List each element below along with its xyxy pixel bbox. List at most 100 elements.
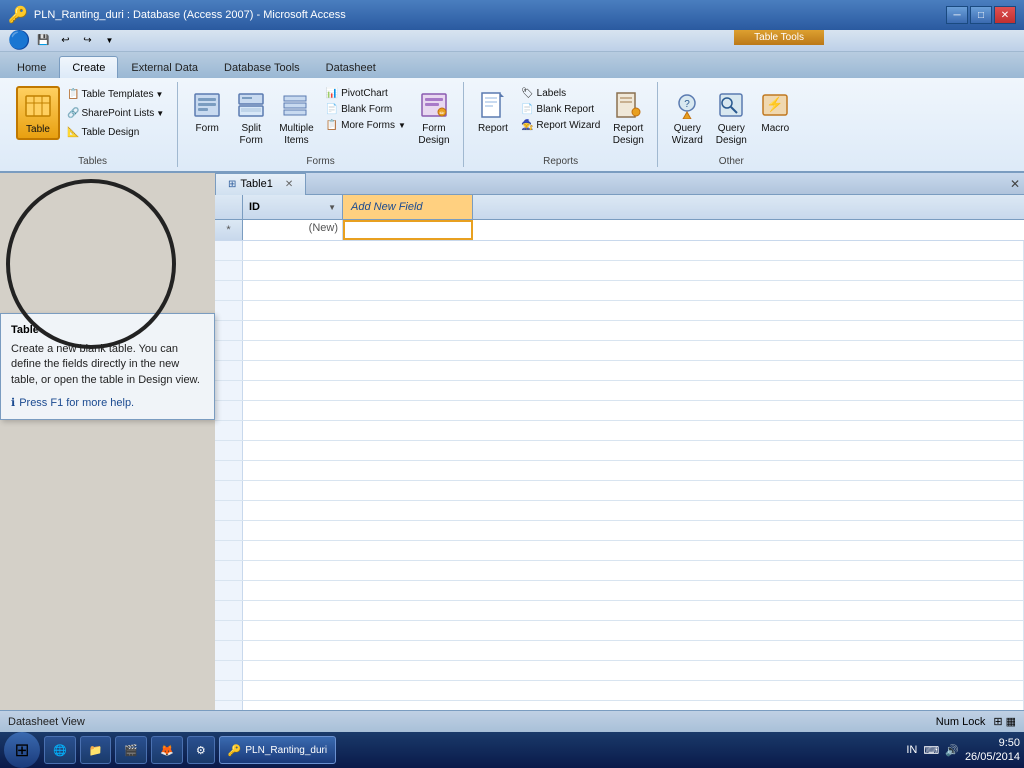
empty-row-selector: [215, 361, 243, 380]
media-icon: 🎬: [124, 744, 138, 757]
empty-row-cell: [243, 561, 1024, 580]
view-icons: ⊞ ▦: [993, 715, 1016, 728]
sharepoint-lists-button[interactable]: 🔗 SharePoint Lists ▼: [62, 105, 169, 122]
pivotchart-button[interactable]: 📊 PivotChart: [321, 86, 411, 101]
sharepoint-icon: 🔗: [67, 108, 79, 119]
tooltip-text: Create a new blank table. You can define…: [11, 342, 204, 388]
redo-quick-btn[interactable]: ↪: [78, 32, 96, 50]
empty-row: [215, 441, 1024, 461]
grid-body: * (New): [215, 220, 1024, 768]
ribbon-tab-bar: Home Create External Data Database Tools…: [0, 52, 1024, 78]
cell-id[interactable]: (New): [243, 220, 343, 240]
more-forms-icon: 📋: [326, 120, 338, 131]
query-wizard-button[interactable]: ? QueryWizard: [666, 86, 708, 150]
empty-row-cell: [243, 681, 1024, 700]
status-bar: Datasheet View Num Lock ⊞ ▦: [0, 710, 1024, 732]
explorer-icon: 📁: [89, 744, 103, 757]
split-form-icon: [235, 89, 267, 121]
table-button[interactable]: Table: [16, 86, 60, 140]
taskbar-app-ie[interactable]: 🌐: [44, 736, 76, 764]
table-tab[interactable]: ⊞ Table1 ✕: [215, 173, 306, 195]
start-button[interactable]: ⊞: [4, 732, 40, 768]
access-icon: 🔑: [228, 744, 242, 757]
grid-add-field[interactable]: Add New Field: [343, 195, 473, 219]
form-button[interactable]: Form: [186, 86, 228, 138]
office-button[interactable]: 🔵: [8, 30, 30, 51]
grid-container: ID ▼ Add New Field * (New): [215, 195, 1024, 768]
split-form-button[interactable]: SplitForm: [230, 86, 272, 150]
taskbar-app-media[interactable]: 🎬: [115, 736, 147, 764]
contextual-tab-strip: Table Tools: [734, 30, 824, 45]
row-selector[interactable]: *: [215, 220, 243, 240]
window-title: PLN_Ranting_duri : Database (Access 2007…: [34, 9, 346, 21]
keyboard-icon: ⌨: [923, 744, 939, 757]
taskbar-app-explorer[interactable]: 📁: [80, 736, 112, 764]
labels-button[interactable]: 🏷 Labels: [516, 86, 605, 101]
report-icon: [477, 89, 509, 121]
tooltip-help[interactable]: ℹ Press F1 for more help.: [11, 396, 204, 409]
reports-group-label: Reports: [543, 156, 578, 167]
table-design-button[interactable]: 📐 Table Design: [62, 124, 169, 141]
tables-group-label: Tables: [78, 156, 107, 167]
multiple-items-label: MultipleItems: [279, 123, 313, 147]
more-forms-button[interactable]: 📋 More Forms ▼: [321, 118, 411, 133]
empty-row: [215, 621, 1024, 641]
taskbar: ⊞ 🌐 📁 🎬 🦊 ⚙ 🔑 PLN_Ranting_duri I: [0, 732, 1024, 768]
empty-row-selector: [215, 321, 243, 340]
macro-button[interactable]: ⚡ Macro: [754, 86, 796, 138]
col-id-dropdown[interactable]: ▼: [328, 203, 336, 212]
empty-row-selector: [215, 481, 243, 500]
empty-row-cell: [243, 401, 1024, 420]
form-design-button[interactable]: ✏ FormDesign: [413, 86, 455, 150]
blank-form-button[interactable]: 📄 Blank Form: [321, 102, 411, 117]
empty-row-cell: [243, 441, 1024, 460]
query-design-icon: [715, 89, 747, 121]
taskbar-app-access[interactable]: 🔑 PLN_Ranting_duri: [219, 736, 336, 764]
grid-header: ID ▼ Add New Field: [215, 195, 1024, 220]
empty-row: [215, 401, 1024, 421]
report-wizard-button[interactable]: 🧙 Report Wizard: [516, 118, 605, 133]
save-quick-btn[interactable]: 💾: [34, 32, 52, 50]
table-close-button[interactable]: ✕: [285, 179, 293, 190]
report-button[interactable]: Report: [472, 86, 514, 138]
table-templates-icon: 📋: [67, 89, 79, 100]
report-design-button[interactable]: ReportDesign: [607, 86, 649, 150]
grid-col-id[interactable]: ID ▼: [243, 195, 343, 219]
empty-rows: [215, 241, 1024, 768]
undo-quick-btn[interactable]: ↩: [56, 32, 74, 50]
taskbar-app-firefox[interactable]: 🦊: [151, 736, 183, 764]
svg-text:?: ?: [685, 99, 691, 110]
minimize-button[interactable]: ─: [946, 6, 968, 24]
taskbar-app-settings[interactable]: ⚙: [187, 736, 215, 764]
reports-group: Report 🏷 Labels 📄 Blank Report 🧙: [464, 82, 658, 167]
table-templates-button[interactable]: 📋 Table Templates ▼: [62, 86, 169, 103]
svg-text:✏: ✏: [439, 111, 444, 117]
close-button[interactable]: ✕: [994, 6, 1016, 24]
cell-new-field[interactable]: [343, 220, 473, 240]
multiple-items-button[interactable]: MultipleItems: [274, 86, 318, 150]
dropdown-quick-btn[interactable]: ▼: [100, 32, 118, 50]
multiple-items-icon: [280, 89, 312, 121]
form-icon: [191, 89, 223, 121]
empty-row-selector: [215, 681, 243, 700]
empty-row-cell: [243, 241, 1024, 260]
tab-datasheet[interactable]: Datasheet: [313, 56, 389, 78]
table-tab-bar: ⊞ Table1 ✕ ✕: [215, 173, 1024, 195]
tab-database-tools[interactable]: Database Tools: [211, 56, 313, 78]
tab-create[interactable]: Create: [59, 56, 118, 78]
app-icon: 🔑: [8, 5, 28, 25]
maximize-button[interactable]: □: [970, 6, 992, 24]
blank-report-icon: 📄: [521, 104, 533, 115]
tab-external-data[interactable]: External Data: [118, 56, 211, 78]
empty-row-cell: [243, 641, 1024, 660]
empty-row: [215, 601, 1024, 621]
tab-home[interactable]: Home: [4, 56, 59, 78]
query-design-button[interactable]: QueryDesign: [710, 86, 752, 150]
empty-row: [215, 481, 1024, 501]
table-label: Table: [26, 124, 50, 136]
blank-report-button[interactable]: 📄 Blank Report: [516, 102, 605, 117]
table-window-close[interactable]: ✕: [1006, 175, 1024, 193]
help-icon: ℹ: [11, 396, 15, 409]
empty-row-cell: [243, 661, 1024, 680]
sharepoint-dropdown-icon: ▼: [156, 109, 164, 118]
